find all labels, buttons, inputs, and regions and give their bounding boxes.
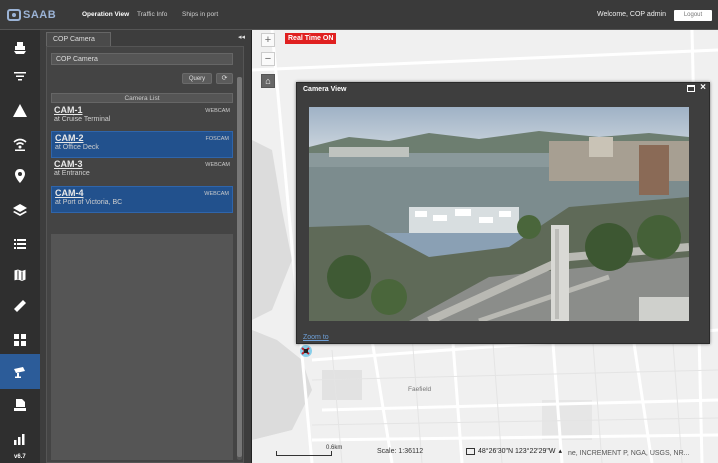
- scale-distance: 0.6km: [326, 445, 343, 451]
- top-bar: SAAB Operation View Traffic Info Ships i…: [0, 0, 718, 30]
- panel-tab-cop-camera[interactable]: COP Camera: [46, 32, 111, 46]
- sidebar-item-export[interactable]: [0, 387, 40, 422]
- saab-logo-mark: [7, 9, 21, 21]
- chart-icon: [14, 433, 25, 445]
- sidebar: v6.7: [0, 30, 40, 463]
- home-icon: ⌂: [265, 76, 271, 86]
- layers-icon: [13, 203, 27, 216]
- dialog-title: Camera View: [303, 86, 347, 93]
- panel-header: COP Camera: [51, 53, 233, 65]
- home-button[interactable]: ⌂: [261, 74, 275, 88]
- map-attribution: ne, INCREMENT P, NGA, USGS, NR...: [568, 450, 690, 457]
- zoom-out-button[interactable]: −: [261, 52, 275, 66]
- version-label: v6.7: [14, 454, 26, 460]
- camera-list-item[interactable]: CAM-3 WEBCAM at Entrance: [51, 158, 233, 185]
- ship-icon: [14, 41, 26, 54]
- close-icon[interactable]: ×: [700, 83, 706, 93]
- camera-name[interactable]: CAM-1: [54, 105, 230, 115]
- camera-feed-image: [309, 107, 689, 321]
- camera-list-header: Camera List: [51, 93, 233, 103]
- refresh-button[interactable]: ⟳: [216, 73, 233, 84]
- zoom-to-link[interactable]: Zoom to: [303, 334, 329, 341]
- zoom-in-button[interactable]: +: [261, 33, 275, 47]
- tab-traffic-info[interactable]: Traffic Info: [137, 11, 167, 18]
- camera-icon: [14, 366, 25, 378]
- camera-location: at Cruise Terminal: [54, 116, 111, 123]
- sidebar-item-measure[interactable]: [0, 288, 40, 323]
- sidebar-item-list[interactable]: [0, 226, 40, 261]
- coordinates-readout: 48°26'30"N 123°22'29"W ▴: [466, 447, 562, 455]
- camera-location: at Entrance: [54, 170, 90, 177]
- camera-list-item[interactable]: CAM-2 FOSCAM at Office Deck: [51, 131, 233, 158]
- location-pin-icon: [15, 168, 25, 183]
- filter-icon: [14, 71, 26, 80]
- realtime-badge[interactable]: Real Time ON: [285, 33, 337, 44]
- export-icon: [14, 398, 26, 411]
- camera-list-item[interactable]: CAM-1 WEBCAM at Cruise Terminal: [51, 104, 233, 131]
- query-button[interactable]: Query: [182, 73, 212, 84]
- camera-list-item[interactable]: CAM-4 WEBCAM at Port of Victoria, BC: [51, 186, 233, 213]
- map-icon: [13, 267, 27, 282]
- camera-list-empty-area: [51, 234, 233, 460]
- camera-name[interactable]: CAM-4: [55, 188, 229, 198]
- logo-text: SAAB: [23, 9, 57, 21]
- camera-view-dialog: Camera View × Zoom to: [296, 82, 710, 344]
- camera-type: FOSCAM: [205, 136, 229, 142]
- coordinates-value: 48°26'30"N 123°22'29"W: [478, 447, 556, 455]
- saab-logo: SAAB: [7, 8, 56, 22]
- sidebar-item-grid[interactable]: [0, 322, 40, 357]
- panel-body: COP Camera Query ⟳ Camera List CAM-1 WEB…: [46, 46, 244, 463]
- refresh-icon: ⟳: [221, 75, 228, 82]
- sidebar-item-alerts[interactable]: [0, 93, 40, 128]
- scale-text: Scale: 1:36112: [377, 448, 424, 455]
- signal-icon: [13, 138, 27, 151]
- welcome-text: Welcome, COP admin: [597, 11, 666, 18]
- sidebar-item-statistics[interactable]: [0, 421, 40, 456]
- sidebar-item-map[interactable]: [0, 257, 40, 292]
- camera-panel: COP Camera ◂◂ COP Camera Query ⟳ Camera …: [40, 30, 252, 463]
- map-place-label: Faefield: [408, 386, 432, 393]
- caret-up-icon[interactable]: ▴: [558, 447, 562, 455]
- list-icon: [14, 238, 26, 249]
- panel-scrollbar[interactable]: [237, 77, 242, 460]
- maximize-icon[interactable]: [687, 85, 695, 92]
- tab-ships-in-port[interactable]: Ships in port: [182, 11, 218, 18]
- camera-location: at Office Deck: [55, 144, 99, 151]
- sidebar-item-filter[interactable]: [0, 58, 40, 93]
- camera-type: WEBCAM: [205, 108, 230, 114]
- sidebar-item-layers[interactable]: [0, 192, 40, 227]
- grid-icon: [14, 333, 26, 346]
- warning-icon: [13, 103, 27, 117]
- coordinates-icon: [466, 447, 475, 455]
- camera-type: WEBCAM: [204, 191, 229, 197]
- sidebar-item-camera[interactable]: [0, 354, 40, 389]
- scrollbar-thumb[interactable]: [237, 77, 242, 457]
- camera-type: WEBCAM: [205, 162, 230, 168]
- camera-location: at Port of Victoria, BC: [55, 199, 123, 206]
- ruler-icon: [14, 299, 26, 312]
- camera-marker-icon[interactable]: [299, 344, 313, 358]
- camera-name[interactable]: CAM-3: [54, 159, 230, 169]
- tab-operation-view[interactable]: Operation View: [82, 11, 129, 18]
- logout-button[interactable]: Logout: [674, 10, 712, 21]
- collapse-panel-icon[interactable]: ◂◂: [238, 33, 245, 41]
- sidebar-item-location[interactable]: [0, 158, 40, 193]
- scale-bar: [276, 451, 332, 456]
- sidebar-item-signal[interactable]: [0, 126, 40, 161]
- camera-name[interactable]: CAM-2: [55, 133, 229, 143]
